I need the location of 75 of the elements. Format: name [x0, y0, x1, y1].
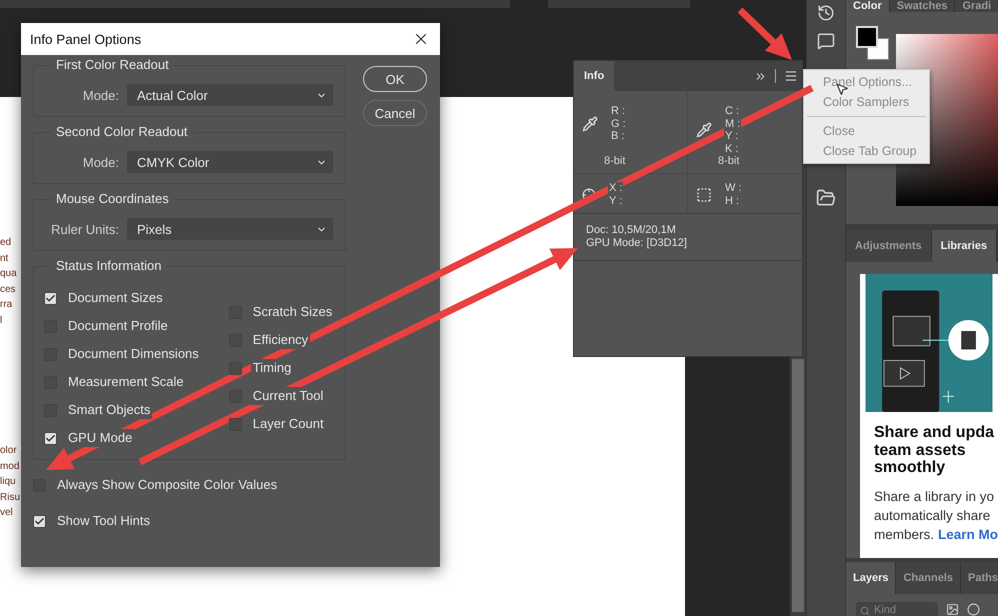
menu-item[interactable]: Close Tab Group: [807, 141, 926, 161]
checkbox[interactable]: [44, 432, 57, 444]
group-title: Status Information: [51, 258, 166, 273]
checkbox-label: GPU Mode: [66, 429, 134, 447]
group-title: Second Color Readout: [51, 124, 193, 139]
menu-item[interactable]: Color Samplers: [807, 92, 926, 112]
annotation-arrow: [738, 8, 792, 60]
card-text: Share a library in yo: [874, 488, 994, 506]
document-text: ces: [0, 282, 16, 296]
readout-label: K :: [724, 142, 740, 155]
document-text: qua: [0, 267, 17, 281]
document-text: l: [0, 314, 2, 328]
folder-icon[interactable]: [816, 188, 836, 208]
document-text: nt: [0, 252, 8, 266]
panel-tab[interactable]: Adjustments: [846, 230, 932, 262]
field-label: Mode:: [82, 88, 119, 102]
document-text: liqu: [0, 475, 16, 489]
checkbox[interactable]: [228, 362, 242, 374]
checkbox[interactable]: [44, 292, 57, 304]
checkbox[interactable]: [228, 418, 242, 430]
field-label: Mode:: [82, 154, 119, 170]
readout-label: M :: [724, 118, 742, 130]
panel-tab[interactable]: Color: [846, 0, 890, 12]
checkbox-label: Current Tool: [250, 387, 326, 405]
document-text: vel: [0, 506, 13, 520]
menu-item[interactable]: Panel Options...: [807, 72, 926, 92]
readout-label: G :: [610, 118, 627, 130]
field-label: Ruler Units:: [51, 222, 119, 236]
menu-icon[interactable]: [784, 69, 798, 83]
cancel-button[interactable]: Cancel: [363, 100, 427, 126]
panel-tab[interactable]: Info: [574, 61, 614, 91]
card-heading: Share and upda team assets smoothly: [874, 424, 996, 476]
document-text: Risu: [0, 490, 20, 504]
panel-tab[interactable]: Channels: [896, 562, 961, 594]
history-icon[interactable]: [817, 4, 835, 22]
card-text: members.: [874, 526, 934, 544]
bit-depth: 8-bit: [718, 155, 740, 167]
ok-button[interactable]: OK: [363, 66, 427, 92]
eyedropper-icon: [696, 122, 712, 138]
panel-tab[interactable]: Gradi: [955, 0, 998, 12]
readout-label: C :: [724, 105, 740, 118]
readout-label: X :: [608, 182, 624, 194]
bit-depth: 8-bit: [604, 154, 626, 166]
panel-tab[interactable]: Paths: [961, 562, 998, 594]
eyedropper-icon: [582, 116, 598, 132]
panel-tab[interactable]: Libraries: [932, 230, 998, 262]
image-icon[interactable]: [946, 603, 959, 616]
document-text: ed: [0, 236, 12, 250]
search-icon: [860, 606, 870, 616]
checkbox-label: Timing: [250, 359, 294, 377]
search-field[interactable]: Kind: [856, 602, 938, 616]
group-title: First Color Readout: [51, 57, 174, 72]
learn-more-link[interactable]: Learn Mo: [938, 524, 998, 544]
dialog-title: Info Panel Options: [30, 32, 142, 46]
group-title: Mouse Coordinates: [51, 191, 174, 206]
document-text: mod: [0, 460, 20, 474]
readout-label: Y :: [608, 194, 624, 207]
dropdown[interactable]: Pixels: [127, 218, 333, 240]
color-swatches[interactable]: [856, 26, 890, 62]
scrollbar-thumb[interactable]: [792, 359, 804, 612]
dropdown[interactable]: Actual Color: [127, 84, 333, 106]
document-text: olor: [0, 444, 17, 458]
readout-label: H :: [724, 194, 740, 207]
checkbox[interactable]: [33, 514, 46, 528]
panel-tab[interactable]: Swatches: [890, 0, 956, 12]
status-text: Doc: 10,5M/20,1M: [586, 224, 677, 237]
dropdown[interactable]: CMYK Color: [127, 151, 333, 173]
panel-tab[interactable]: Layers: [846, 562, 896, 594]
circle-icon[interactable]: [967, 603, 980, 616]
menu-item[interactable]: Close: [807, 121, 926, 141]
comment-icon[interactable]: [817, 32, 835, 50]
dashed-square-icon: [696, 186, 712, 202]
document-text: rra: [0, 298, 12, 312]
status-text: GPU Mode: [D3D12]: [586, 237, 688, 250]
card-text: automatically share: [874, 506, 990, 524]
